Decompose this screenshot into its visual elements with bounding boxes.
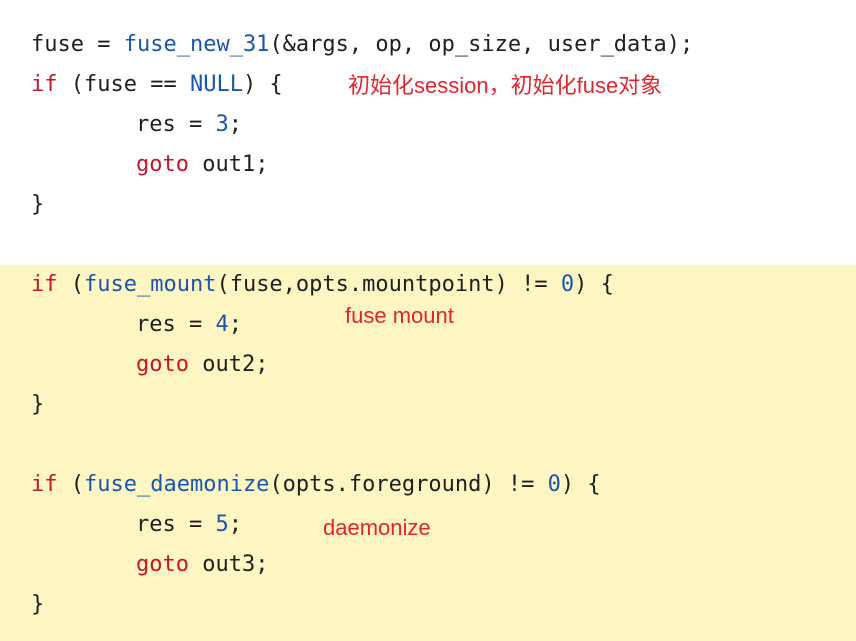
code-line: if (fuse_daemonize(opts.foreground) != 0… <box>31 472 601 497</box>
function-name: fuse_new_31 <box>123 32 270 57</box>
number-literal: 4 <box>215 312 229 337</box>
code-line: goto out2; <box>136 352 269 377</box>
code-line: } <box>31 392 45 417</box>
annotation-mount: fuse mount <box>345 303 454 328</box>
code-line: fuse = fuse_new_31(&args, op, op_size, u… <box>31 32 694 57</box>
keyword: if <box>31 472 58 497</box>
function-name: fuse_daemonize <box>84 472 270 497</box>
keyword: goto <box>136 152 189 177</box>
keyword: goto <box>136 352 189 377</box>
keyword: if <box>31 72 58 97</box>
annotation-daemonize: daemonize <box>323 515 431 540</box>
function-name: fuse_mount <box>84 272 217 297</box>
code-line: res = 5; <box>136 512 242 537</box>
number-literal: 3 <box>215 112 229 137</box>
code-line: goto out3; <box>136 552 269 577</box>
code-line: goto out1; <box>136 152 269 177</box>
code-line: if (fuse_mount(fuse,opts.mountpoint) != … <box>31 272 614 297</box>
code-line: if (fuse == NULL) { <box>31 72 283 97</box>
number-literal: 5 <box>215 512 229 537</box>
code-line: res = 4; <box>136 312 242 337</box>
keyword: if <box>31 272 58 297</box>
keyword: goto <box>136 552 189 577</box>
code-line: res = 3; <box>136 112 242 137</box>
number-literal: 0 <box>547 472 561 497</box>
code-line: } <box>31 192 45 217</box>
annotation-init: 初始化session，初始化fuse对象 <box>348 73 663 98</box>
constant: NULL <box>189 72 243 97</box>
number-literal: 0 <box>560 272 575 297</box>
code-line: } <box>31 592 45 617</box>
